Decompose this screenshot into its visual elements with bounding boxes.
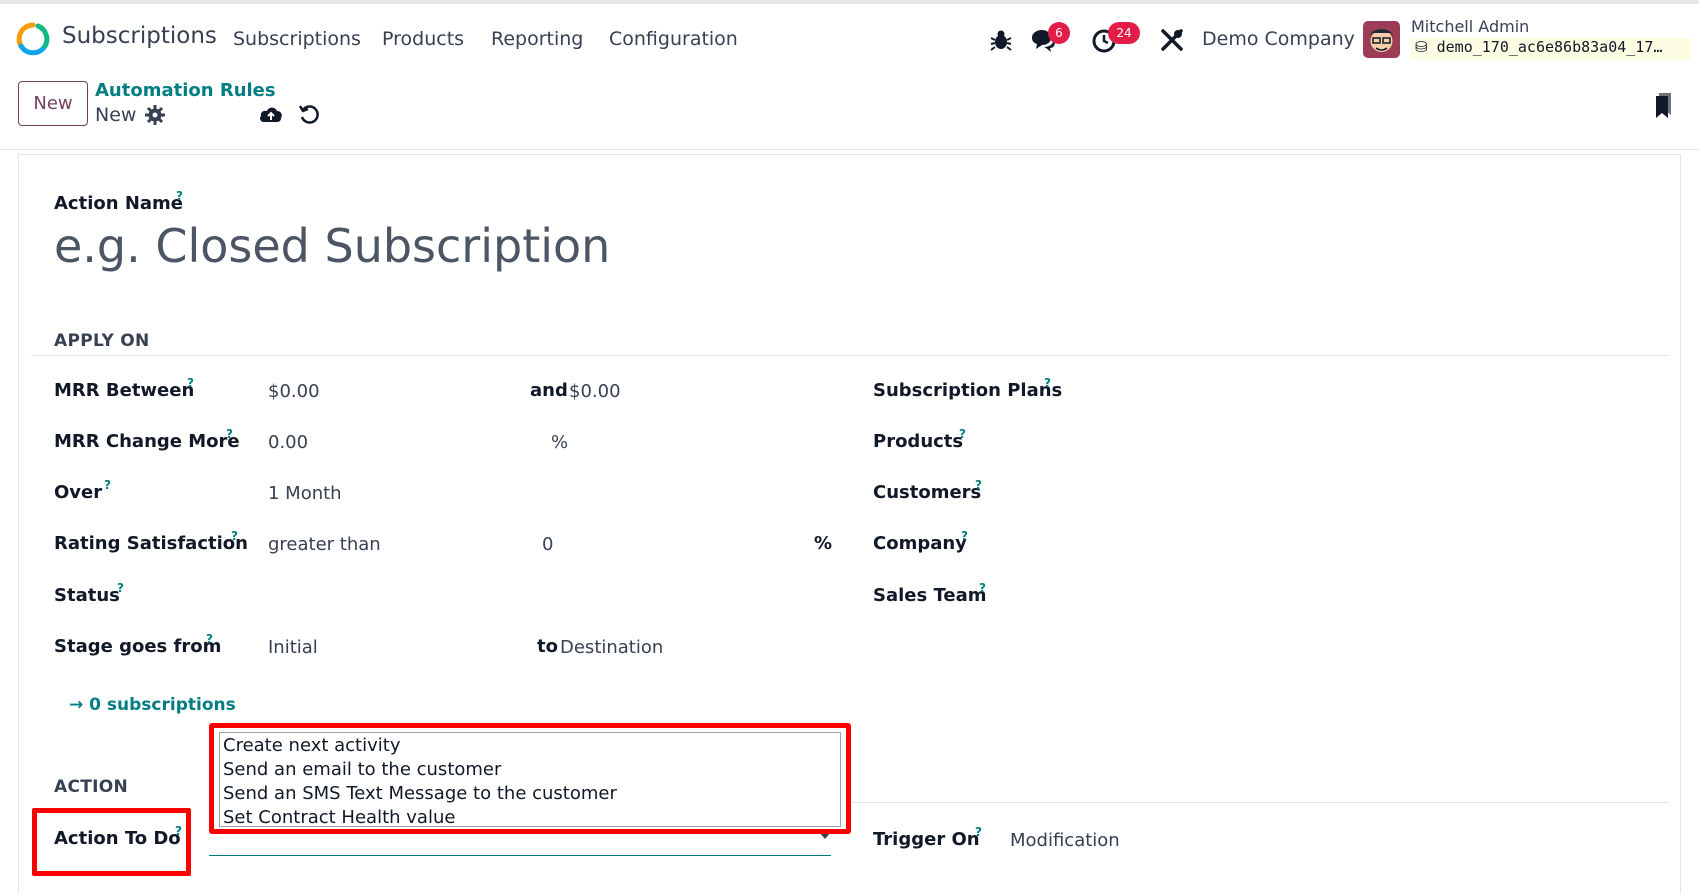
trigger-on-label: Trigger On xyxy=(873,829,980,850)
user-name[interactable]: Mitchell Admin xyxy=(1411,17,1529,36)
subscription-plans-label: Subscription Plans xyxy=(873,380,1063,401)
bug-icon[interactable] xyxy=(987,26,1015,54)
over-label: Over xyxy=(54,482,103,503)
customers-label: Customers xyxy=(873,482,982,503)
over-field[interactable]: 1 Month xyxy=(268,483,342,504)
mrr-between-help[interactable]: ? xyxy=(187,376,194,390)
option-set-contract-health[interactable]: Set Contract Health value xyxy=(220,806,840,830)
breadcrumb-current: New xyxy=(95,104,137,126)
stage-from-field[interactable]: Initial xyxy=(268,637,318,658)
database-label: demo_170_ac6e86b83a04_17… xyxy=(1436,38,1663,56)
trigger-on-field[interactable]: Modification xyxy=(1010,830,1120,851)
action-options-highlight: Create next activity Send an email to th… xyxy=(209,723,851,834)
rating-operator-select[interactable]: greater than xyxy=(268,534,381,555)
to-label: to xyxy=(537,636,558,657)
bookmark-icon[interactable] xyxy=(1654,91,1674,119)
control-panel: New Automation Rules New xyxy=(0,72,1699,150)
app-title[interactable]: Subscriptions xyxy=(62,23,217,49)
mrr-change-field[interactable]: 0.00 xyxy=(268,432,308,453)
mrr-change-label: MRR Change More xyxy=(54,431,240,452)
menu-configuration[interactable]: Configuration xyxy=(609,28,738,50)
customers-help[interactable]: ? xyxy=(975,478,982,492)
action-name-input[interactable]: e.g. Closed Subscription xyxy=(54,219,610,273)
action-name-help[interactable]: ? xyxy=(176,189,183,203)
new-button[interactable]: New xyxy=(18,81,88,126)
mrr-max-field[interactable]: $0.00 xyxy=(569,381,621,402)
database-name: ⛁ demo_170_ac6e86b83a04_17… xyxy=(1411,38,1691,60)
action-to-do-select[interactable] xyxy=(209,855,831,856)
subscriptions-count-link[interactable]: → 0 subscriptions xyxy=(69,695,236,715)
rating-satisfaction-label: Rating Satisfaction xyxy=(54,533,248,554)
action-title: ACTION xyxy=(54,777,129,797)
mrr-between-label: MRR Between xyxy=(54,380,195,401)
over-help[interactable]: ? xyxy=(104,478,111,492)
form-sheet: Action Name ? e.g. Closed Subscription A… xyxy=(18,154,1681,894)
database-icon: ⛁ xyxy=(1415,38,1428,56)
apply-on-separator xyxy=(31,355,1669,356)
menu-products[interactable]: Products xyxy=(382,28,464,50)
products-label: Products xyxy=(873,431,964,452)
tools-icon[interactable] xyxy=(1158,26,1186,54)
status-help[interactable]: ? xyxy=(117,581,124,595)
stage-from-label: Stage goes from xyxy=(54,636,222,657)
rating-unit: % xyxy=(814,533,833,554)
option-send-email[interactable]: Send an email to the customer xyxy=(220,758,840,782)
action-to-do-highlight xyxy=(32,808,191,876)
gear-icon[interactable] xyxy=(145,105,165,125)
company-switcher[interactable]: Demo Company xyxy=(1202,28,1355,50)
sales-team-label: Sales Team xyxy=(873,585,987,606)
products-help[interactable]: ? xyxy=(959,427,966,441)
rating-value-field[interactable]: 0 xyxy=(542,534,553,555)
breadcrumb-automation-rules[interactable]: Automation Rules xyxy=(95,80,276,101)
mrr-change-help[interactable]: ? xyxy=(226,427,233,441)
discard-icon[interactable] xyxy=(296,102,322,128)
mrr-min-field[interactable]: $0.00 xyxy=(268,381,320,402)
menu-subscriptions[interactable]: Subscriptions xyxy=(233,28,361,50)
company-help[interactable]: ? xyxy=(961,529,968,543)
stage-from-help[interactable]: ? xyxy=(206,632,213,646)
sales-team-help[interactable]: ? xyxy=(979,581,986,595)
subscription-plans-help[interactable]: ? xyxy=(1044,376,1051,390)
rating-satisfaction-help[interactable]: ? xyxy=(231,529,238,543)
action-options-listbox[interactable]: Create next activity Send an email to th… xyxy=(219,732,841,830)
company-label: Company xyxy=(873,533,967,554)
user-avatar[interactable] xyxy=(1363,21,1400,58)
action-separator xyxy=(831,802,1669,803)
activities-badge: 24 xyxy=(1108,22,1140,44)
and-label: and xyxy=(530,380,568,401)
action-name-label: Action Name xyxy=(54,193,183,214)
menu-reporting[interactable]: Reporting xyxy=(491,28,583,50)
stage-to-field[interactable]: Destination xyxy=(560,637,663,658)
option-create-next-activity[interactable]: Create next activity xyxy=(220,734,840,758)
status-label: Status xyxy=(54,585,120,606)
top-navbar: Subscriptions Subscriptions Products Rep… xyxy=(0,0,1699,72)
cloud-upload-icon[interactable] xyxy=(258,102,284,128)
apply-on-title: APPLY ON xyxy=(54,331,150,351)
mrr-change-unit: % xyxy=(551,432,569,453)
trigger-on-help[interactable]: ? xyxy=(975,825,982,839)
subscriptions-app-icon[interactable] xyxy=(16,22,50,56)
option-send-sms[interactable]: Send an SMS Text Message to the customer xyxy=(220,782,840,806)
messages-badge: 6 xyxy=(1048,22,1070,44)
